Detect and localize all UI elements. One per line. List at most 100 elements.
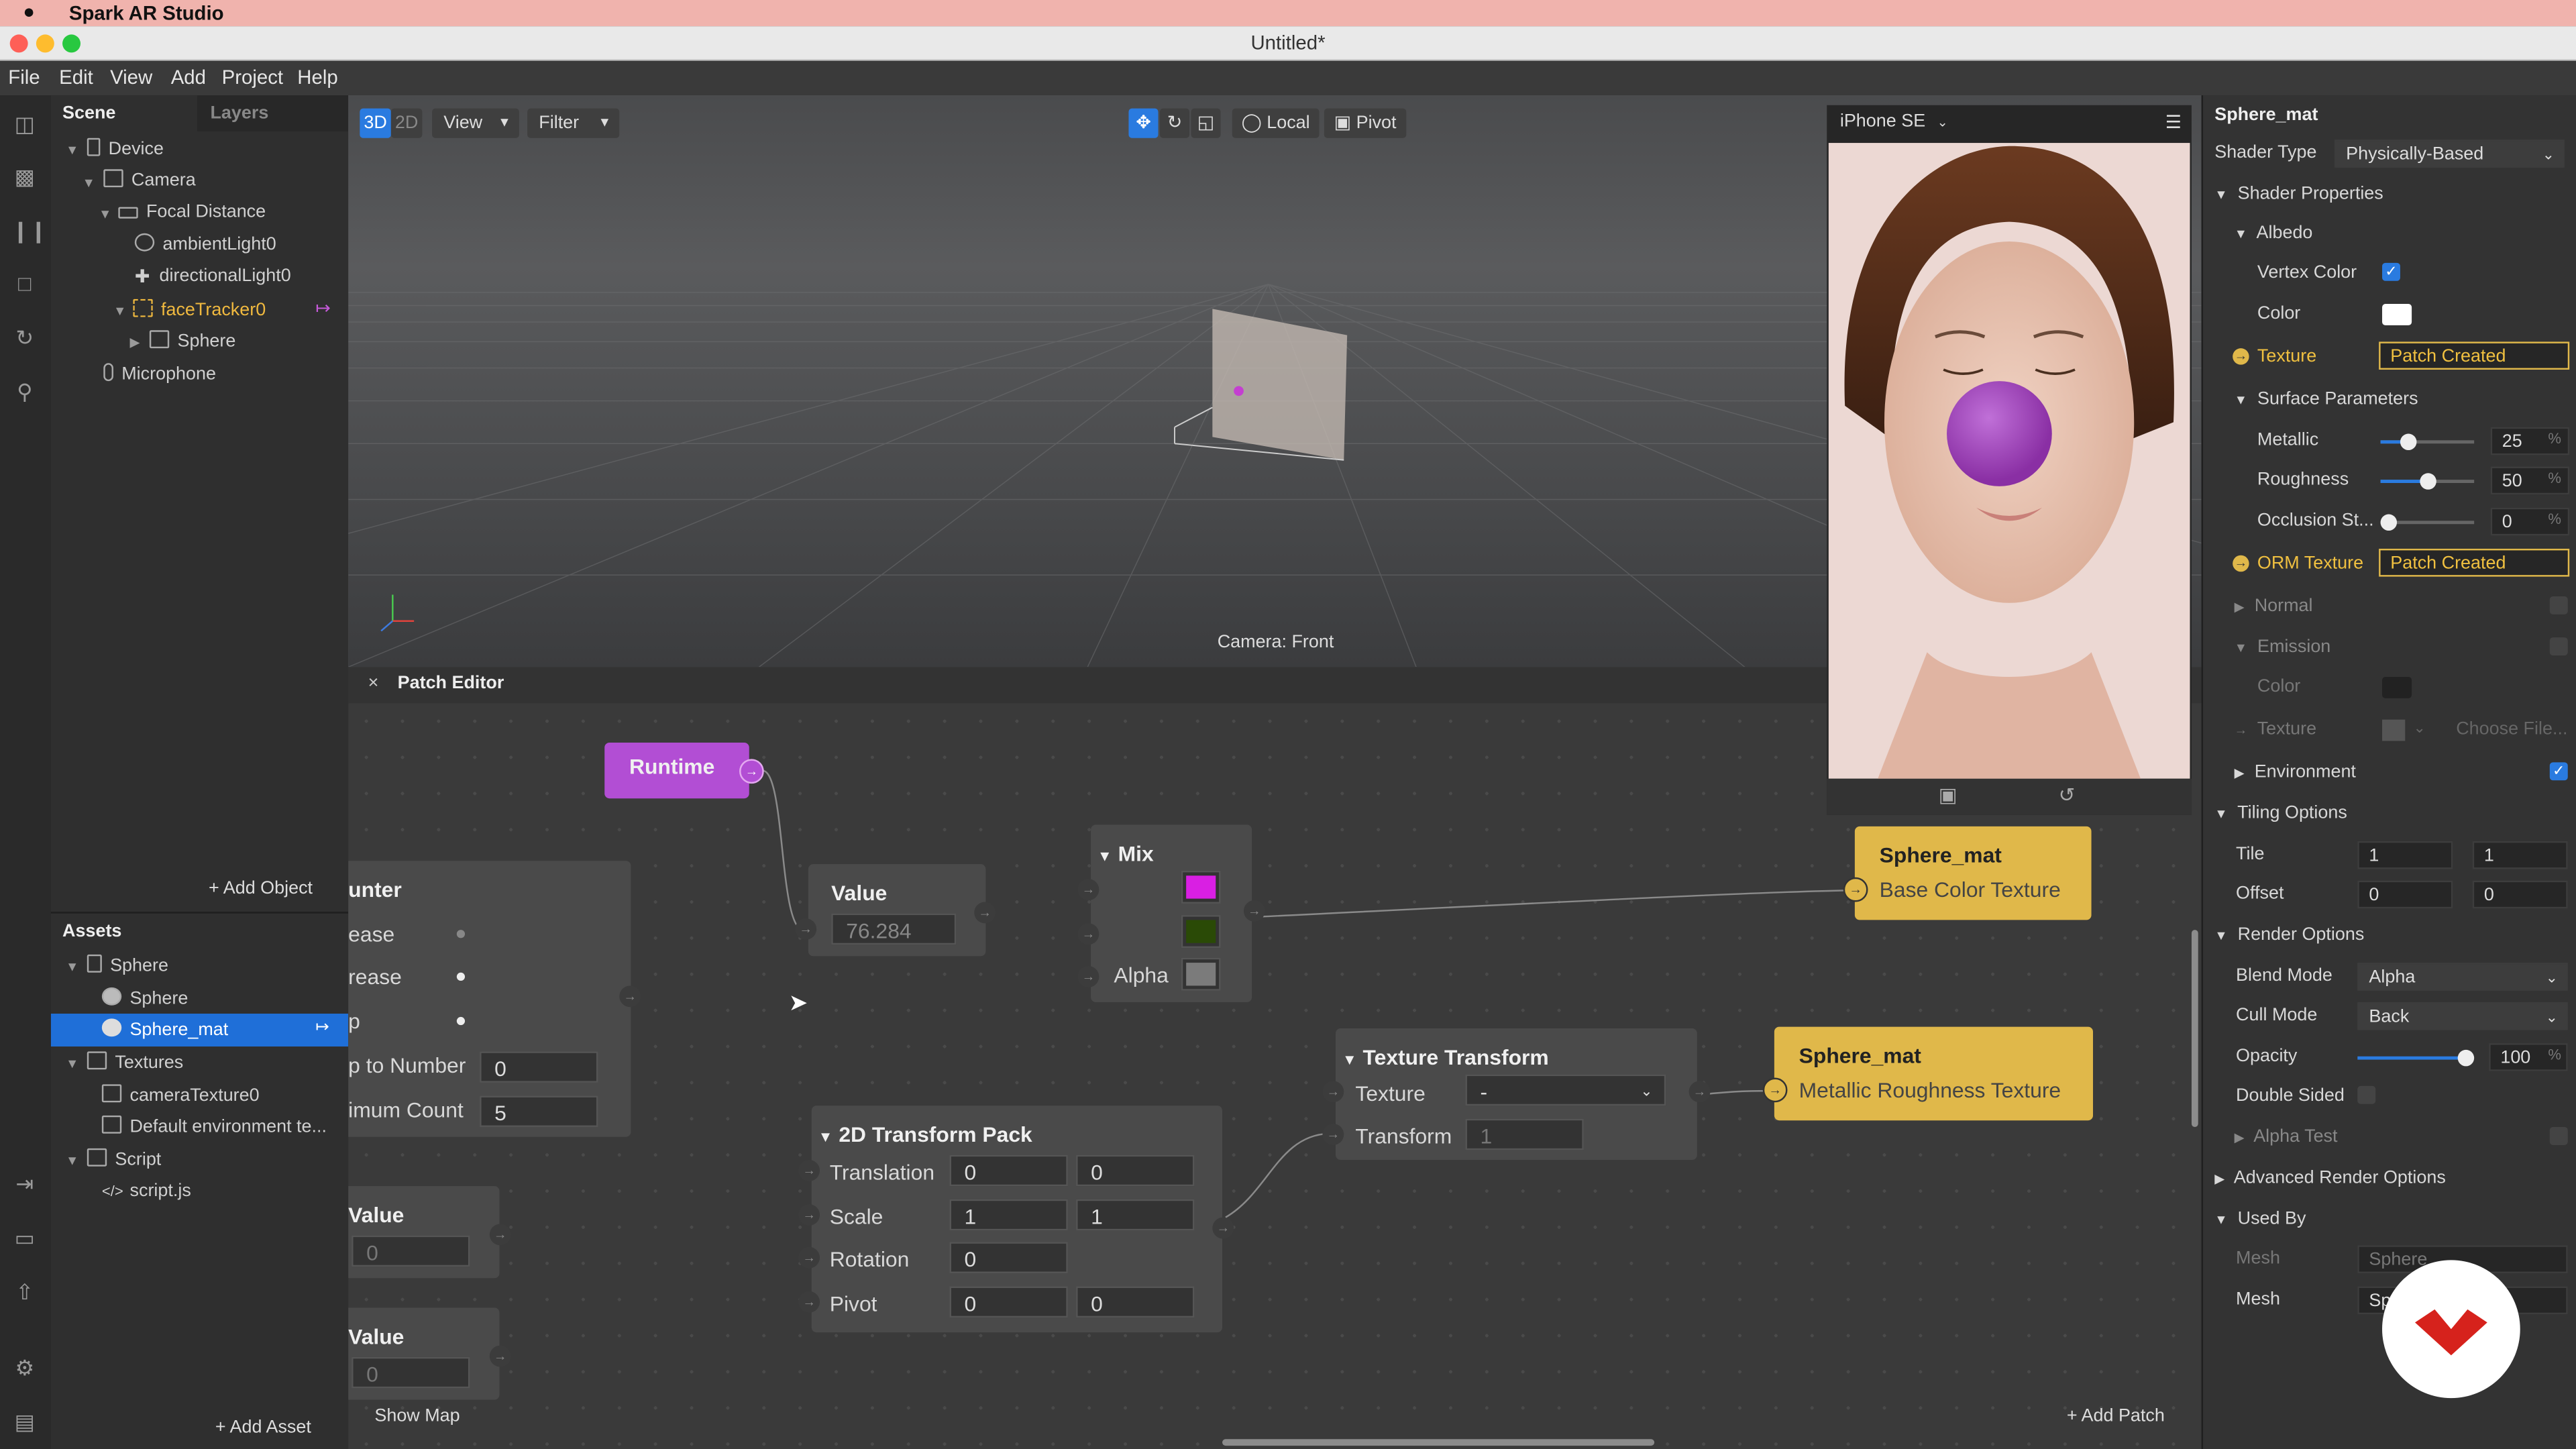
decrease-pulse[interactable] [456,972,466,981]
value-input[interactable]: 0 [352,1356,470,1389]
blend-mode-dropdown[interactable]: Alpha ⌄ [2357,963,2568,991]
counter-max-count-input[interactable]: 5 [480,1095,598,1128]
translation-input-port[interactable]: → [798,1159,820,1181]
rotation-input-port[interactable]: → [798,1246,820,1269]
chevron-down-icon[interactable]: ▼ [82,176,95,191]
chevron-down-icon[interactable]: ▼ [113,304,126,319]
value-patch-3[interactable]: Value 0 → [348,1307,511,1400]
chevron-down-icon[interactable]: ▼ [66,1153,78,1168]
mix-input-port-2[interactable]: → [1077,923,1099,945]
emission-section[interactable]: ▼ Emission [2203,633,2576,665]
chevron-down-icon[interactable]: ▼ [1342,1051,1357,1067]
menu-help[interactable]: Help [297,66,337,89]
texture-transform-patch[interactable]: ▼ Texture Transform → Texture - ⌄ → Trans… [1322,1028,1711,1160]
metallic-roughness-input-port[interactable]: → [1762,1077,1788,1103]
base-color-input-port[interactable]: → [1843,877,1868,902]
device-icon[interactable]: ▭ [11,1226,38,1252]
value-output-port[interactable]: → [489,1224,511,1246]
chevron-down-icon[interactable]: ⌄ [2414,720,2426,738]
asset-item-script-js[interactable]: </> script.js [102,1181,191,1201]
scene-item-face-tracker[interactable]: faceTracker0 [133,299,266,321]
opacity-slider-fill[interactable] [2357,1056,2466,1060]
emission-color-swatch[interactable] [2382,676,2412,698]
menu-edit[interactable]: Edit [59,66,93,89]
value-input-port[interactable]: → [795,918,817,940]
translation-x-input[interactable]: 0 [949,1155,1068,1187]
reset-pulse[interactable] [456,1016,466,1026]
scene-item-directional-light[interactable]: ✚ directionalLight0 [135,266,291,288]
mode-3d-button[interactable]: 3D [360,108,391,138]
chevron-down-icon[interactable]: ▼ [66,1057,78,1071]
asset-item-textures[interactable]: Textures [87,1051,183,1073]
offset-y-input[interactable]: 0 [2472,880,2568,909]
metallic-slider-knob[interactable] [2400,433,2417,451]
pivot-button[interactable]: ▣ Pivot [1324,108,1407,138]
scene-item-focal-distance[interactable]: Focal Distance [118,202,266,222]
chevron-down-icon[interactable]: ▼ [66,143,78,158]
scale-tool-button[interactable]: ◱ [1191,108,1221,138]
value-input[interactable]: 76.284 [831,913,957,945]
rotate-device-icon[interactable]: ↺ [2059,784,2076,806]
asset-item-script-folder[interactable]: Script [87,1148,161,1170]
roughness-slider-knob[interactable] [2420,473,2436,490]
tile-y-input[interactable]: 1 [2472,841,2568,869]
menu-add[interactable]: Add [171,66,206,89]
camera-icon[interactable]: ▣ [1939,784,1957,806]
refresh-icon[interactable]: ↻ [11,325,38,352]
add-object-button[interactable]: + Add Object [209,879,313,898]
albedo-section[interactable]: ▼ Albedo [2203,219,2576,252]
mix-input-port-1[interactable]: → [1077,879,1099,901]
pivot-input-port[interactable]: → [798,1291,820,1313]
increase-pulse[interactable] [456,930,466,938]
scene-item-ambient-light[interactable]: ambientLight0 [134,233,276,255]
texture-transform-output-port[interactable]: → [1688,1081,1711,1103]
chevron-down-icon[interactable]: ▼ [1097,848,1112,864]
opacity-slider-knob[interactable] [2457,1049,2475,1067]
scene-item-sphere[interactable]: Sphere [149,330,235,352]
asset-item-sphere-mesh[interactable]: Sphere [101,987,188,1009]
preview-menu-icon[interactable]: ☰ [2165,112,2182,133]
surface-parameters-section[interactable]: ▼ Surface Parameters [2203,384,2576,417]
value-patch-2[interactable]: Value 0 → [348,1186,511,1279]
vertical-scrollbar[interactable] [2191,930,2198,1128]
counter-to-number-input[interactable]: 0 [480,1051,598,1083]
orm-texture-field[interactable]: Patch Created [2379,548,2570,577]
render-options-section[interactable]: ▼ Render Options [2203,920,2576,953]
asset-item-default-environment[interactable]: Default environment te... [101,1115,327,1137]
local-button[interactable]: ◯ Local [1232,108,1320,138]
mode-2d-button[interactable]: 2D [390,108,423,138]
value-patch[interactable]: Value → 76.284 → [795,864,996,957]
environment-section[interactable]: ▶ Environment ✓ [2203,757,2576,790]
search-icon[interactable]: ⚲ [11,380,38,406]
asset-item-camera-texture[interactable]: cameraTexture0 [101,1084,260,1106]
app-name[interactable]: Spark AR Studio [69,1,224,24]
choose-file-button[interactable]: Choose File... [2456,720,2567,739]
menu-project[interactable]: Project [222,66,283,89]
patch-arrow-icon[interactable]: → [2233,348,2249,365]
import-icon[interactable]: ⇥ [11,1171,38,1197]
sphere-mat-patch-base-color[interactable]: Sphere_mat → Base Color Texture [1843,826,2092,920]
patch-arrow-icon[interactable]: → [2235,723,2248,738]
menu-file[interactable]: File [8,66,40,89]
scale-x-input[interactable]: 1 [949,1199,1068,1231]
counter-output-port[interactable]: → [619,985,641,1008]
menu-view[interactable]: View [110,66,152,89]
used-by-section[interactable]: ▼ Used By [2203,1204,2576,1237]
timeline-icon[interactable]: ❙❙ [11,219,47,245]
canvas-icon[interactable]: □ [11,271,38,297]
pivot-x-input[interactable]: 0 [949,1286,1068,1318]
video-icon[interactable]: ▩ [11,164,38,191]
value-output-port[interactable]: → [974,902,996,924]
tile-x-input[interactable]: 1 [2357,841,2453,869]
device-dropdown[interactable]: iPhone SE ⌄ [1840,112,1948,131]
shader-type-dropdown[interactable]: Physically-Based ⌄ [2334,140,2565,168]
chevron-right-icon[interactable]: ▶ [129,335,140,350]
chevron-down-icon[interactable]: ▼ [66,959,78,974]
environment-checkbox[interactable]: ✓ [2549,762,2568,781]
show-map-button[interactable]: Show Map [374,1406,460,1426]
mix-patch[interactable]: ▼ Mix → → → Alpha → [1077,824,1265,1002]
translation-y-input[interactable]: 0 [1076,1155,1195,1187]
apple-icon[interactable]: ● [23,0,35,23]
scene-item-camera[interactable]: Camera [103,169,196,191]
mix-alpha-swatch[interactable] [1181,957,1221,991]
